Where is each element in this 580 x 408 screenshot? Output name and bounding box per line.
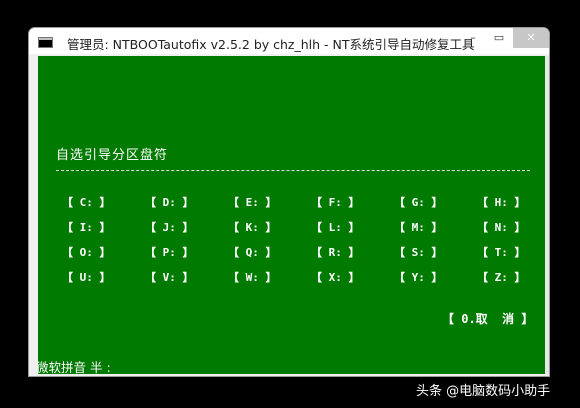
watermark-text: 头条 @电脑数码小助手 <box>416 384 551 399</box>
drive-option-w[interactable]: 【 W: 】 <box>228 271 288 285</box>
drive-option-e[interactable]: 【 E: 】 <box>228 196 288 210</box>
window-title: 管理员: NTBOOTautofix v2.5.2 by chz_hlh - N… <box>67 37 475 52</box>
close-button[interactable]: ✕ <box>513 28 549 48</box>
drive-option-f[interactable]: 【 F: 】 <box>311 196 371 210</box>
drive-option-k[interactable]: 【 K: 】 <box>228 221 288 235</box>
prompt-text: 自选引导分区盘符 <box>56 148 169 163</box>
drive-option-u[interactable]: 【 U: 】 <box>62 271 122 285</box>
window-right-border <box>545 56 549 374</box>
cancel-option[interactable]: 【 0.取 消 】 <box>442 310 533 327</box>
maximize-button[interactable]: ▭ <box>487 28 511 48</box>
drive-option-v[interactable]: 【 V: 】 <box>145 271 205 285</box>
ime-status-bar: 微软拼音 半 : <box>36 360 111 375</box>
drive-option-z[interactable]: 【 Z: 】 <box>477 271 537 285</box>
drive-option-h[interactable]: 【 H: 】 <box>477 196 537 210</box>
drive-option-y[interactable]: 【 Y: 】 <box>394 271 454 285</box>
console-area[interactable]: 自选引导分区盘符 【 C: 】 【 D: 】 【 E: 】 【 F: 】 【 G… <box>36 56 545 375</box>
drive-option-p[interactable]: 【 P: 】 <box>145 246 205 260</box>
drive-option-x[interactable]: 【 X: 】 <box>311 271 371 285</box>
drive-option-m[interactable]: 【 M: 】 <box>394 221 454 235</box>
console-window: 管理员: NTBOOTautofix v2.5.2 by chz_hlh - N… <box>29 28 549 376</box>
drive-option-j[interactable]: 【 J: 】 <box>145 221 205 235</box>
drive-option-i[interactable]: 【 I: 】 <box>62 221 122 235</box>
drive-option-g[interactable]: 【 G: 】 <box>394 196 454 210</box>
dashed-divider <box>56 170 530 171</box>
drive-option-n[interactable]: 【 N: 】 <box>477 221 537 235</box>
drive-option-l[interactable]: 【 L: 】 <box>311 221 371 235</box>
drive-option-o[interactable]: 【 O: 】 <box>62 246 122 260</box>
drive-option-d[interactable]: 【 D: 】 <box>145 196 205 210</box>
drive-option-s[interactable]: 【 S: 】 <box>394 246 454 260</box>
drive-option-c[interactable]: 【 C: 】 <box>62 196 122 210</box>
minimize-button[interactable]: – <box>461 28 485 48</box>
drive-option-q[interactable]: 【 Q: 】 <box>228 246 288 260</box>
drive-option-r[interactable]: 【 R: 】 <box>311 246 371 260</box>
drive-option-t[interactable]: 【 T: 】 <box>477 246 537 260</box>
title-bar[interactable]: 管理员: NTBOOTautofix v2.5.2 by chz_hlh - N… <box>29 28 549 54</box>
console-app-icon[interactable] <box>38 37 53 48</box>
